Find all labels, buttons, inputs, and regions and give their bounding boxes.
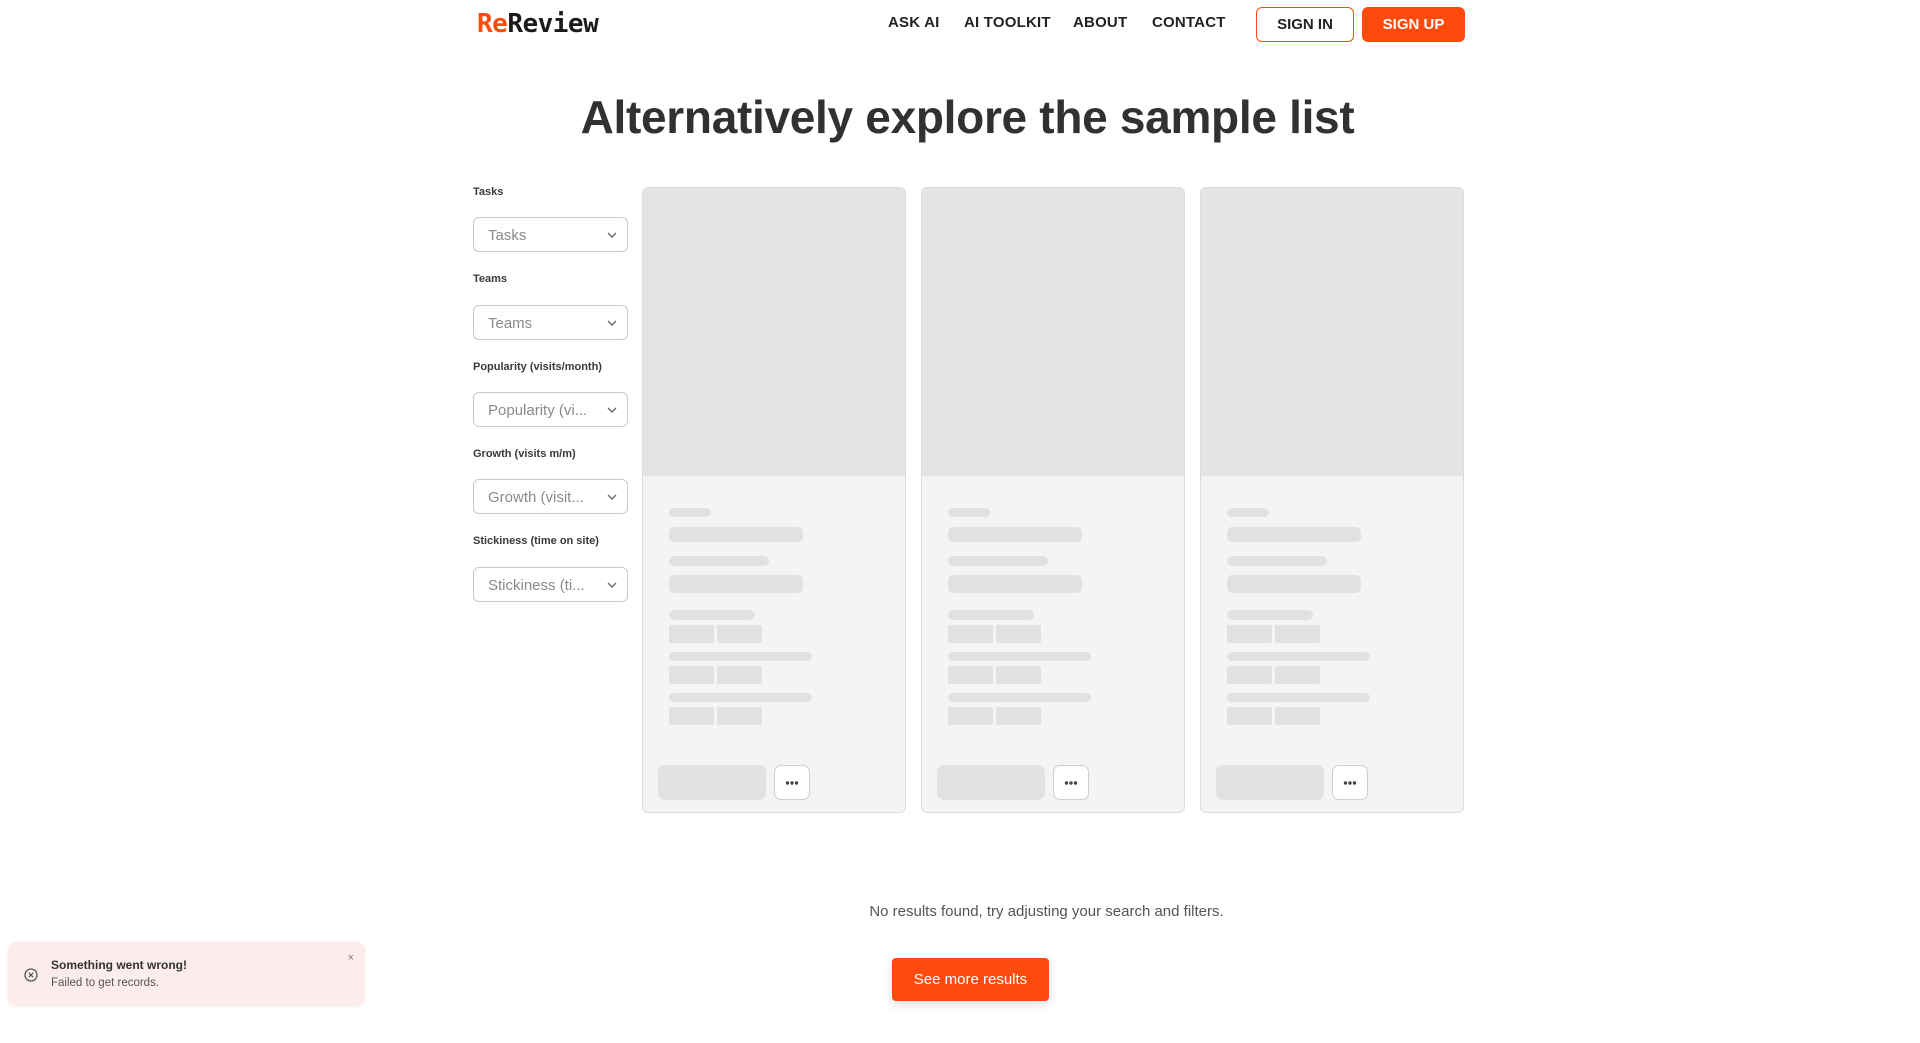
skeleton-line — [1227, 556, 1327, 566]
more-dots-icon — [785, 780, 799, 785]
skeleton-line — [1227, 508, 1269, 517]
popularity-select[interactable]: Popularity (vi... — [473, 392, 628, 427]
skeleton-line — [669, 527, 803, 542]
skeleton-line — [1227, 610, 1313, 620]
skeleton-block — [1275, 707, 1320, 725]
filter-label-teams: Teams — [473, 273, 508, 285]
nav-about[interactable]: ABOUT — [1073, 14, 1127, 31]
skeleton-block — [1227, 625, 1272, 643]
skeleton-line — [948, 610, 1034, 620]
chevron-down-icon — [607, 232, 617, 238]
skeleton-block — [948, 666, 993, 684]
card-image-placeholder — [1201, 188, 1463, 476]
more-options-button[interactable] — [1053, 765, 1089, 800]
sign-up-button[interactable]: SIGN UP — [1362, 7, 1465, 42]
stickiness-select-value: Stickiness (ti... — [488, 577, 585, 594]
logo[interactable]: ReReview — [477, 8, 599, 40]
skeleton-block — [669, 666, 714, 684]
logo-re: Re — [477, 9, 508, 39]
page-title: Alternatively explore the sample list — [580, 91, 1355, 143]
card-image-placeholder — [643, 188, 905, 476]
tasks-select[interactable]: Tasks — [473, 217, 628, 252]
skeleton-block — [717, 707, 762, 725]
tasks-select-value: Tasks — [488, 227, 527, 244]
chevron-down-icon — [607, 407, 617, 413]
skeleton-block — [669, 707, 714, 725]
more-options-button[interactable] — [774, 765, 810, 800]
close-icon[interactable]: × — [348, 952, 354, 964]
skeleton-block — [1275, 625, 1320, 643]
skeleton-line — [948, 693, 1091, 702]
skeleton-line — [669, 693, 812, 702]
skeleton-block — [948, 625, 993, 643]
toast-title: Something went wrong! — [51, 958, 187, 972]
tool-card-skeleton — [642, 187, 906, 813]
logo-review: Review — [507, 9, 599, 39]
skeleton-line — [669, 652, 812, 661]
filter-label-popularity: Popularity (visits/month) — [473, 361, 602, 373]
filter-label-tasks: Tasks — [473, 186, 504, 198]
growth-select[interactable]: Growth (visit... — [473, 479, 628, 514]
chevron-down-icon — [607, 582, 617, 588]
toast-message: Failed to get records. — [51, 977, 160, 989]
skeleton-line — [1227, 693, 1370, 702]
chevron-down-icon — [607, 494, 617, 500]
skeleton-line — [1227, 527, 1361, 542]
stickiness-select[interactable]: Stickiness (ti... — [473, 567, 628, 602]
teams-select-value: Teams — [488, 315, 533, 332]
skeleton-block — [1227, 666, 1272, 684]
skeleton-block — [717, 666, 762, 684]
card-image-placeholder — [922, 188, 1184, 476]
skeleton-line — [948, 575, 1082, 593]
filter-label-growth: Growth (visits m/m) — [473, 448, 576, 460]
filter-label-stickiness: Stickiness (time on site) — [473, 535, 599, 547]
skeleton-line — [669, 556, 769, 566]
error-toast: Something went wrong! Failed to get reco… — [8, 942, 365, 1006]
sign-in-button[interactable]: SIGN IN — [1256, 7, 1354, 42]
skeleton-block — [1227, 707, 1272, 725]
more-options-button[interactable] — [1332, 765, 1368, 800]
nav-contact[interactable]: CONTACT — [1152, 14, 1226, 31]
skeleton-line — [1227, 575, 1361, 593]
more-dots-icon — [1343, 780, 1357, 785]
error-circle-icon — [24, 968, 38, 982]
nav-ask-ai[interactable]: ASK AI — [888, 14, 939, 31]
nav-ai-toolkit[interactable]: AI TOOLKIT — [964, 14, 1051, 31]
see-more-results-button[interactable]: See more results — [892, 958, 1049, 1001]
no-results-message: No results found, try adjusting your sea… — [869, 903, 1224, 920]
card-action-placeholder — [658, 765, 766, 800]
skeleton-line — [669, 575, 803, 593]
skeleton-block — [996, 707, 1041, 725]
skeleton-line — [948, 652, 1091, 661]
skeleton-line — [948, 527, 1082, 542]
skeleton-line — [948, 556, 1048, 566]
growth-select-value: Growth (visit... — [488, 489, 584, 506]
site-header: ReReview ASK AI AI TOOLKIT ABOUT CONTACT… — [0, 0, 1920, 50]
skeleton-block — [1275, 666, 1320, 684]
skeleton-line — [1227, 652, 1370, 661]
tool-card-skeleton — [921, 187, 1185, 813]
skeleton-block — [948, 707, 993, 725]
skeleton-block — [669, 625, 714, 643]
card-action-placeholder — [937, 765, 1045, 800]
more-dots-icon — [1064, 780, 1078, 785]
skeleton-line — [948, 508, 990, 517]
skeleton-line — [669, 610, 755, 620]
popularity-select-value: Popularity (vi... — [488, 402, 588, 419]
chevron-down-icon — [607, 320, 617, 326]
card-action-placeholder — [1216, 765, 1324, 800]
skeleton-block — [996, 625, 1041, 643]
skeleton-block — [996, 666, 1041, 684]
skeleton-line — [669, 508, 711, 517]
tool-card-skeleton — [1200, 187, 1464, 813]
skeleton-block — [717, 625, 762, 643]
teams-select[interactable]: Teams — [473, 305, 628, 340]
